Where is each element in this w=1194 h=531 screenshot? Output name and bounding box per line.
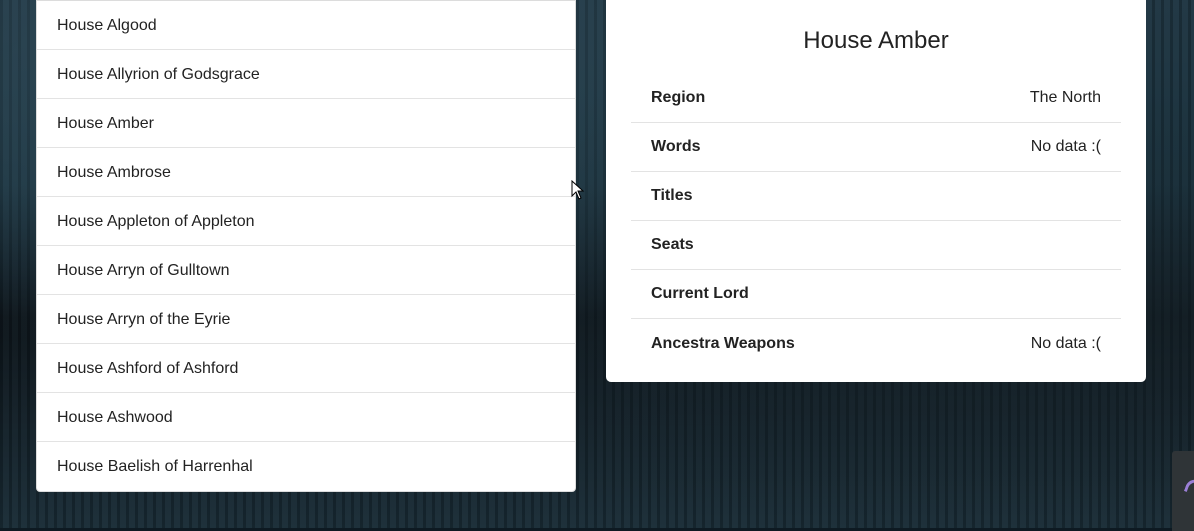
list-item[interactable]: House Algood [37, 1, 575, 50]
logo-icon [1183, 476, 1194, 497]
detail-label: Region [651, 89, 706, 106]
detail-label: Words [651, 138, 701, 155]
list-item[interactable]: House Arryn of the Eyrie [37, 295, 575, 344]
list-item[interactable]: House Appleton of Appleton [37, 197, 575, 246]
detail-row-seats: Seats [631, 221, 1121, 270]
houses-list: House Algood House Allyrion of Godsgrace… [36, 0, 576, 492]
detail-row-current-lord: Current Lord [631, 270, 1121, 319]
list-item[interactable]: House Baelish of Harrenhal [37, 442, 575, 491]
detail-label: Current Lord [651, 285, 749, 302]
detail-label: Titles [651, 187, 693, 204]
detail-label: Seats [651, 236, 694, 253]
detail-row-region: Region The North [631, 74, 1121, 123]
list-item[interactable]: House Ashford of Ashford [37, 344, 575, 393]
list-item[interactable]: House Ashwood [37, 393, 575, 442]
list-item[interactable]: House Ambrose [37, 148, 575, 197]
detail-row-titles: Titles [631, 172, 1121, 221]
detail-row-words: Words No data :( [631, 123, 1121, 172]
detail-label: Ancestra Weapons [651, 334, 795, 352]
detail-value: No data :( [1030, 334, 1101, 352]
detail-value: No data :( [1030, 138, 1101, 155]
house-title: House Amber [803, 27, 949, 54]
list-item[interactable]: House Allyrion of Godsgrace [37, 50, 575, 99]
list-item[interactable]: House Amber [37, 99, 575, 148]
detail-value: The North [1029, 89, 1101, 106]
corner-widget[interactable] [1172, 451, 1194, 531]
house-detail-card: House Amber Region The North Words No da… [606, 0, 1146, 382]
mouse-pointer-icon [571, 180, 585, 200]
list-item[interactable]: House Arryn of Gulltown [37, 246, 575, 295]
detail-row-ancestral-weapons: Ancestra Weapons No data :( [631, 319, 1121, 368]
